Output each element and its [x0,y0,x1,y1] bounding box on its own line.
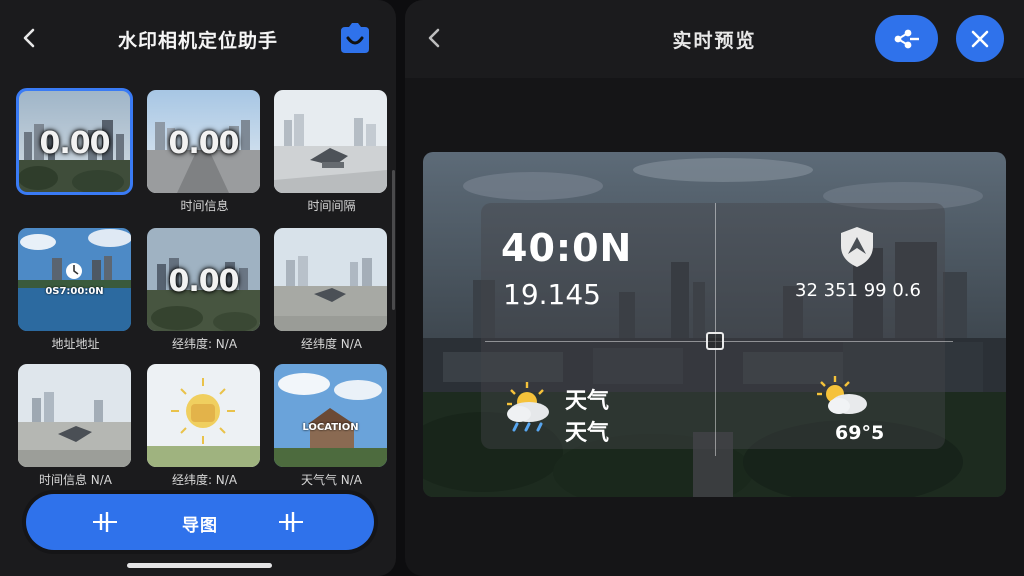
template-thumbnail: 0.00 [147,228,260,331]
template-tile[interactable]: 0.00 时间信息 [147,90,262,215]
template-tile[interactable]: 时间间隔 [274,90,389,215]
template-thumbnail: 0S7:00:0N [18,228,131,331]
action-bar: 导图 [26,494,374,550]
template-label: 经纬度: N/A [171,337,238,351]
latitude-value: 40:0N [501,226,633,270]
template-thumbnail: 0.00 [16,88,133,195]
close-icon [971,30,989,47]
template-overlay-text: 0S7:00:0N [45,286,104,297]
temperature-value: 69°5 [835,422,885,444]
partly-cloudy-icon [817,376,867,414]
template-overlay-text: 0.00 [168,126,239,161]
template-tile[interactable]: 0.00 经纬度: N/A [147,228,262,353]
left-header: 水印相机定位助手 [0,0,396,78]
export-button[interactable]: 导图 [26,511,374,536]
right-header: 实时预览 [405,0,1024,78]
altitude-value: 32 351 99 0.6 [795,280,921,301]
template-label: 时间信息 [180,199,229,213]
longitude-value: 19.145 [503,278,601,311]
template-tile[interactable]: 经纬度 N/A [274,228,389,353]
rain-weather-icon [507,382,549,432]
weather-label: 天气 [565,389,610,414]
share-icon [894,29,919,48]
adjust-right-button[interactable] [276,510,306,534]
template-thumbnail [274,90,387,193]
template-label: 时间信息 N/A [38,473,113,487]
template-label: 时间间隔 [307,199,356,213]
template-label [18,197,133,215]
template-label: 经纬度 N/A [300,337,363,351]
template-thumbnail [274,228,387,331]
template-thumbnail [18,364,131,467]
home-indicator [127,563,272,568]
camera-settings-button[interactable] [334,20,376,58]
template-tile[interactable]: 经纬度: N/A [147,364,262,489]
template-tile[interactable]: 0.00 [16,88,133,215]
camera-shield-icon [341,23,369,53]
weather-label-secondary: 天气 [565,421,610,446]
shield-badge-icon [841,227,873,267]
tune-icon [279,512,303,532]
template-overlay-text: 0.00 [39,126,110,161]
template-thumbnail: 0.00 [147,90,260,193]
template-tile[interactable]: 时间信息 N/A [18,364,133,489]
crosshair-focus-box[interactable] [706,332,724,350]
live-preview-panel: 实时预览 40:0N 19.145 32 351 99 0.6 天气 天气 69… [405,0,1024,576]
crosshair-vertical [715,203,716,456]
template-label: 经纬度: N/A [171,473,238,487]
watermark-template-panel: 水印相机定位助手 0.00 0.00 时间信息 时间间隔 0S7:00:0N 地… [0,0,396,576]
share-button[interactable] [875,15,938,62]
camera-preview[interactable]: 40:0N 19.145 32 351 99 0.6 天气 天气 69°5 [423,152,1006,497]
template-label: 地址地址 [51,337,100,351]
template-thumbnail [147,364,260,467]
template-tile[interactable]: 0S7:00:0N 地址地址 [18,228,133,353]
template-label: 天气气 N/A [300,473,363,487]
template-overlay-text: LOCATION [302,422,359,433]
close-button[interactable] [956,15,1004,62]
scrollbar[interactable] [392,170,395,310]
template-thumbnail: LOCATION [274,364,387,467]
template-overlay-text: 0.00 [168,264,239,299]
template-tile[interactable]: LOCATION 天气气 N/A [274,364,389,489]
